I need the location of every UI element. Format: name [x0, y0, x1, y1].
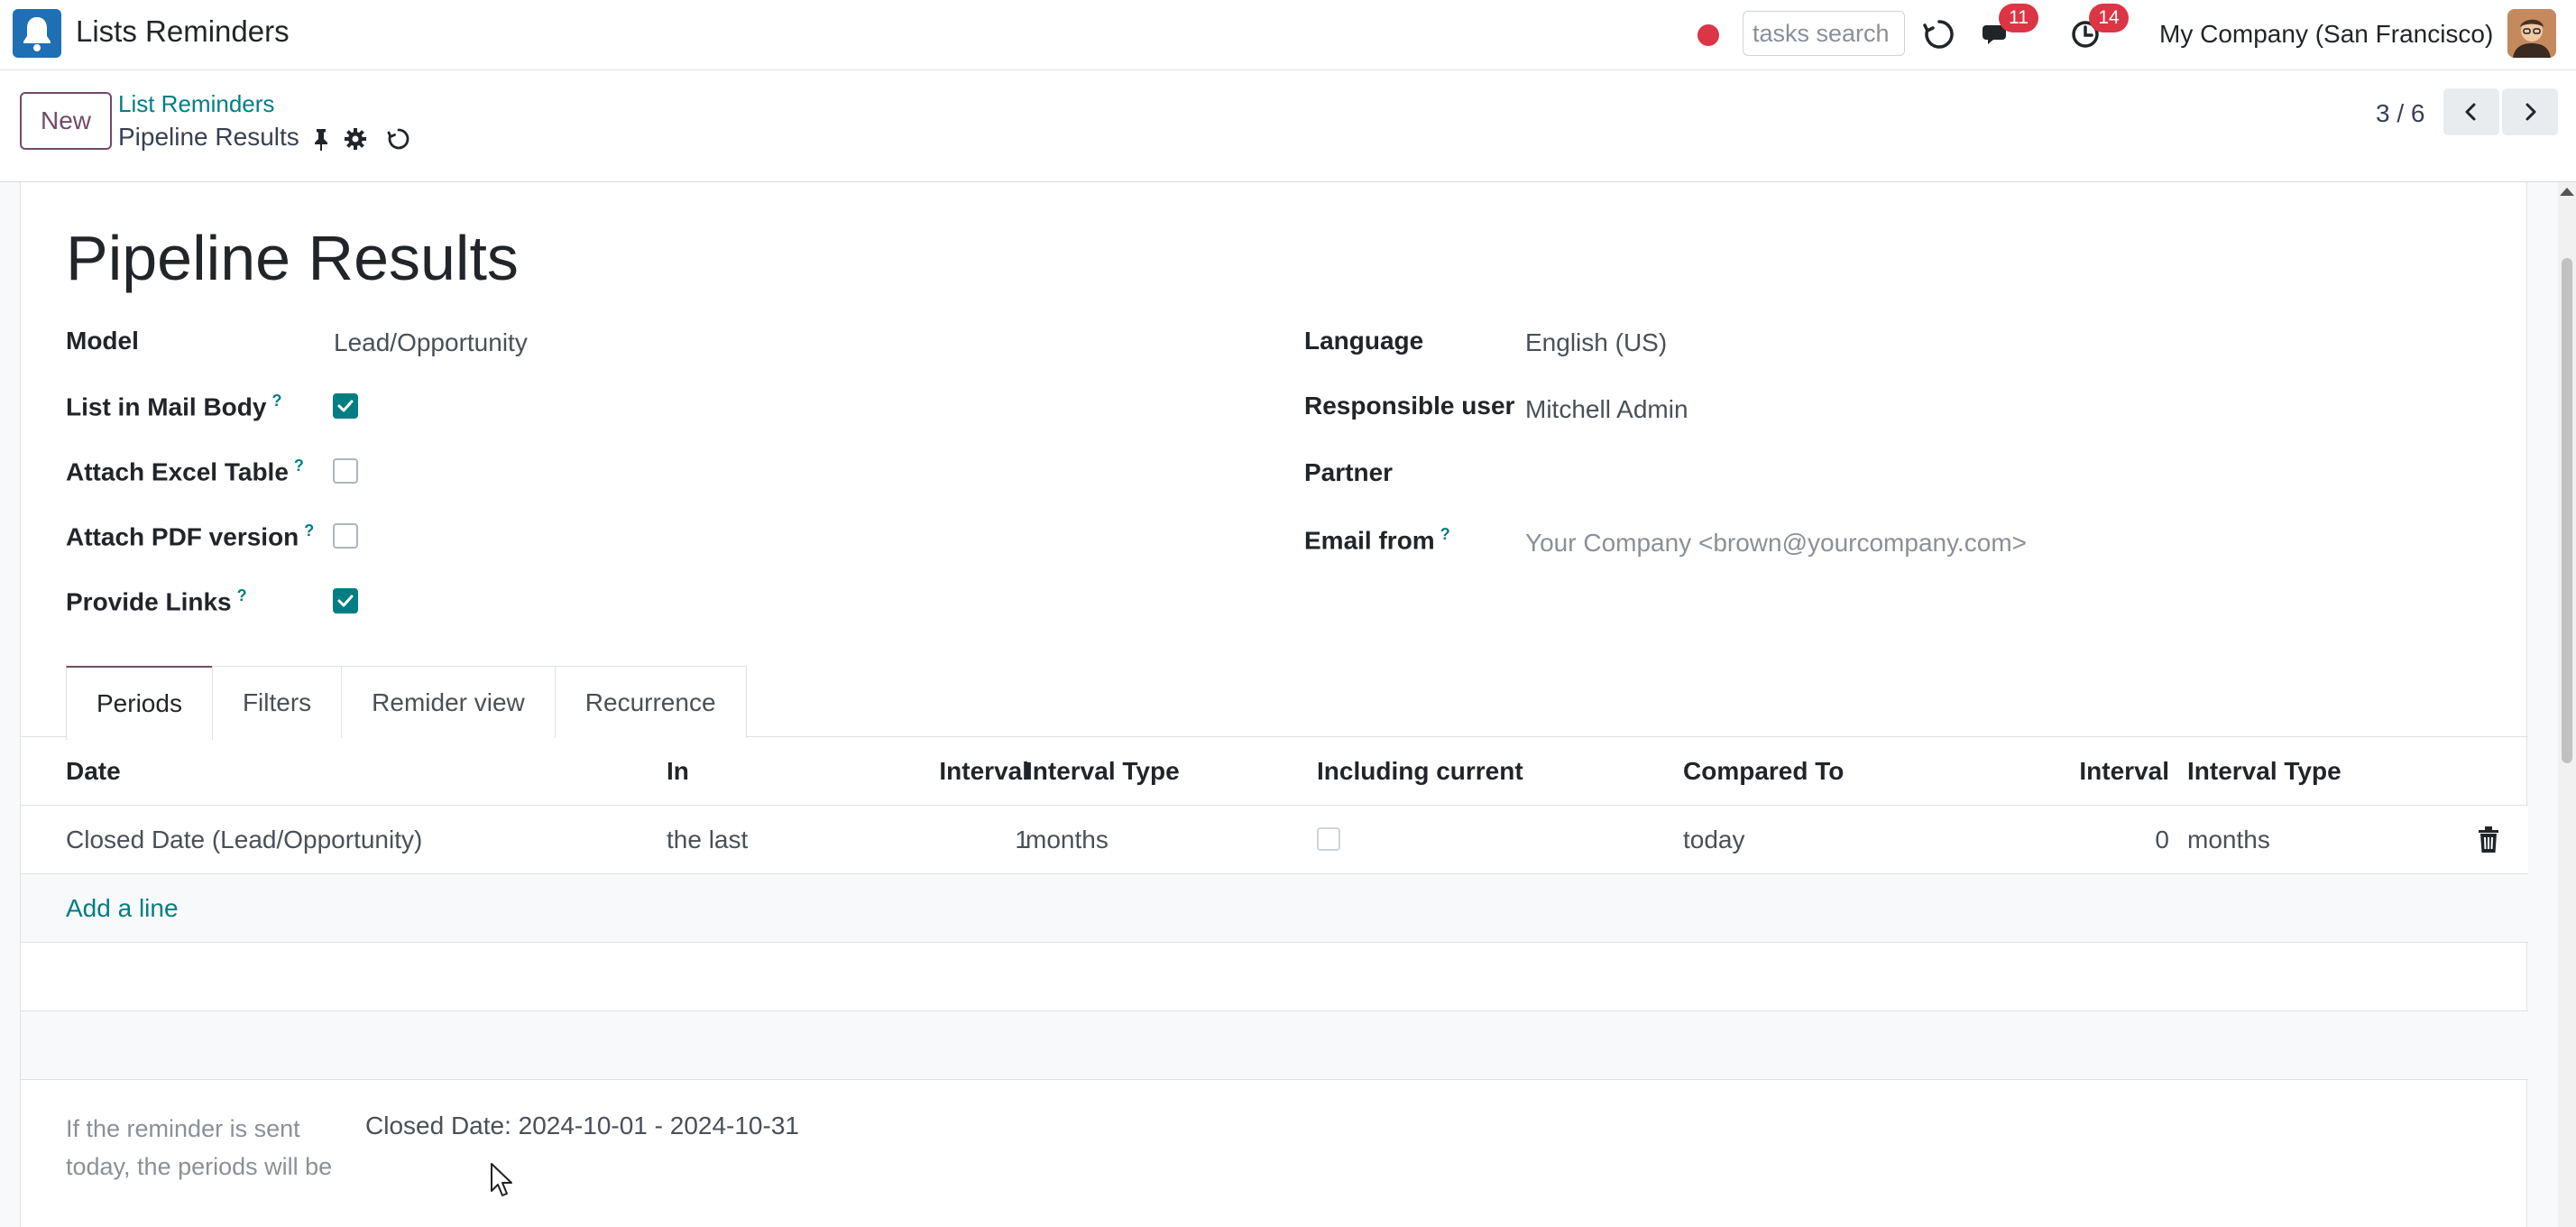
list-in-mail-body-label: List in Mail Body?: [66, 392, 282, 421]
email-from-label: Email from?: [1304, 525, 1450, 555]
model-label: Model: [66, 327, 139, 355]
empty-table-row: [21, 1011, 2528, 1080]
pager-next-button[interactable]: [2502, 88, 2558, 135]
attach-excel-label: Attach Excel Table?: [66, 457, 304, 486]
partner-label: Partner: [1304, 458, 1394, 486]
scrollbar-thumb[interactable]: [2562, 258, 2572, 763]
email-from-value[interactable]: Your Company <brown@yourcompany.com>: [1525, 529, 2027, 558]
table-row[interactable]: Closed Date (Lead/Opportunity) the last …: [21, 806, 2528, 874]
periods-preview-label: If the reminder is sent today, the perio…: [66, 1115, 333, 1180]
language-value[interactable]: English (US): [1525, 328, 1667, 357]
notebook-tabs: Periods Filters Remider view Recurrence: [66, 666, 747, 740]
scroll-up-arrow-icon[interactable]: [2560, 188, 2574, 196]
top-navbar: Lists Reminders 11 14 My Company (San Fr…: [0, 0, 2576, 70]
column-interval-type[interactable]: Interval Type: [1026, 757, 1180, 786]
column-compared-to[interactable]: Compared To: [1683, 757, 1844, 786]
bell-icon[interactable]: [13, 9, 61, 58]
breadcrumb-current-record: Pipeline Results: [118, 123, 299, 151]
pager-value[interactable]: 3 / 6: [2376, 99, 2424, 128]
vertical-scrollbar[interactable]: [2558, 182, 2576, 1227]
cell-interval-type[interactable]: months: [1026, 826, 1109, 854]
partner-value[interactable]: [1525, 458, 2066, 489]
messages-icon[interactable]: 11: [1979, 4, 2038, 52]
column-interval[interactable]: Interval: [887, 757, 1029, 786]
app-title: Lists Reminders: [76, 14, 290, 48]
column-interval-type-2[interactable]: Interval Type: [2187, 757, 2341, 786]
cell-in[interactable]: the last: [667, 826, 748, 854]
help-tooltip-icon[interactable]: ?: [237, 586, 247, 604]
column-date[interactable]: Date: [66, 757, 121, 786]
cell-including-current-checkbox[interactable]: [1317, 827, 1340, 851]
form-sheet: Pipeline Results Model Lead/Opportunity …: [20, 182, 2528, 1227]
refresh-icon[interactable]: [1921, 16, 1957, 52]
column-including-current[interactable]: Including current: [1317, 757, 1523, 786]
help-tooltip-icon[interactable]: ?: [271, 392, 281, 410]
help-tooltip-icon[interactable]: ?: [1440, 525, 1450, 543]
discard-refresh-icon[interactable]: [386, 126, 411, 152]
add-a-line-link[interactable]: Add a line: [66, 894, 179, 923]
help-tooltip-icon[interactable]: ?: [294, 457, 304, 475]
tab-periods[interactable]: Periods: [66, 666, 213, 740]
responsible-user-label: Responsible user: [1304, 392, 1515, 420]
mouse-cursor-icon: [491, 1163, 512, 1196]
model-value[interactable]: Lead/Opportunity: [334, 328, 528, 357]
column-interval-2[interactable]: Interval: [2005, 757, 2169, 786]
cell-date[interactable]: Closed Date (Lead/Opportunity): [66, 826, 422, 854]
responsible-user-value[interactable]: Mitchell Admin: [1525, 395, 1688, 424]
tasks-search-input[interactable]: [1743, 11, 1905, 56]
provide-links-label: Provide Links?: [66, 586, 247, 616]
list-in-mail-body-checkbox[interactable]: [333, 393, 358, 419]
cell-compared-to[interactable]: today: [1683, 826, 1745, 854]
pin-icon[interactable]: [308, 126, 334, 152]
periods-table-header: Date In Interval Interval Type Including…: [21, 737, 2528, 806]
company-switcher[interactable]: My Company (San Francisco): [2159, 20, 2493, 49]
tab-recurrence[interactable]: Recurrence: [554, 666, 747, 738]
checkmark-icon: [337, 595, 354, 607]
chevron-right-icon: [2525, 103, 2536, 121]
control-panel: New List Reminders Pipeline Results 3 / …: [0, 70, 2576, 182]
attach-excel-checkbox[interactable]: [333, 458, 358, 484]
chevron-left-icon: [2465, 103, 2476, 121]
attach-pdf-checkbox[interactable]: [333, 523, 358, 549]
empty-table-row: [21, 943, 2528, 1011]
user-avatar[interactable]: [2507, 9, 2556, 58]
attach-pdf-label: Attach PDF version?: [66, 521, 315, 551]
breadcrumb-list-reminders[interactable]: List Reminders: [118, 90, 274, 118]
trash-icon[interactable]: [2476, 826, 2501, 854]
record-name-field[interactable]: Pipeline Results: [66, 222, 519, 294]
cell-interval-type-2[interactable]: months: [2187, 826, 2270, 854]
cell-interval-2[interactable]: 0: [2005, 826, 2169, 854]
tab-filters[interactable]: Filters: [211, 666, 343, 738]
activities-badge: 14: [2089, 4, 2129, 32]
recording-indicator[interactable]: [1697, 24, 1719, 46]
new-button[interactable]: New: [20, 92, 112, 150]
checkmark-icon: [337, 400, 354, 412]
periods-preview-value: Closed Date: 2024-10-01 - 2024-10-31: [365, 1112, 799, 1139]
form-view: Pipeline Results Model Lead/Opportunity …: [0, 182, 2576, 1227]
add-line-row: Add a line: [21, 874, 2528, 943]
help-tooltip-icon[interactable]: ?: [304, 521, 314, 540]
activities-clock-icon[interactable]: 14: [2069, 4, 2129, 52]
tab-remider-view[interactable]: Remider view: [341, 666, 556, 738]
language-label: Language: [1304, 327, 1424, 355]
cell-interval[interactable]: 1: [887, 826, 1029, 854]
gear-icon[interactable]: [343, 126, 368, 152]
messages-badge: 11: [1999, 4, 2038, 32]
pager-previous-button[interactable]: [2443, 88, 2499, 135]
provide-links-checkbox[interactable]: [333, 588, 358, 614]
column-in[interactable]: In: [667, 757, 689, 786]
